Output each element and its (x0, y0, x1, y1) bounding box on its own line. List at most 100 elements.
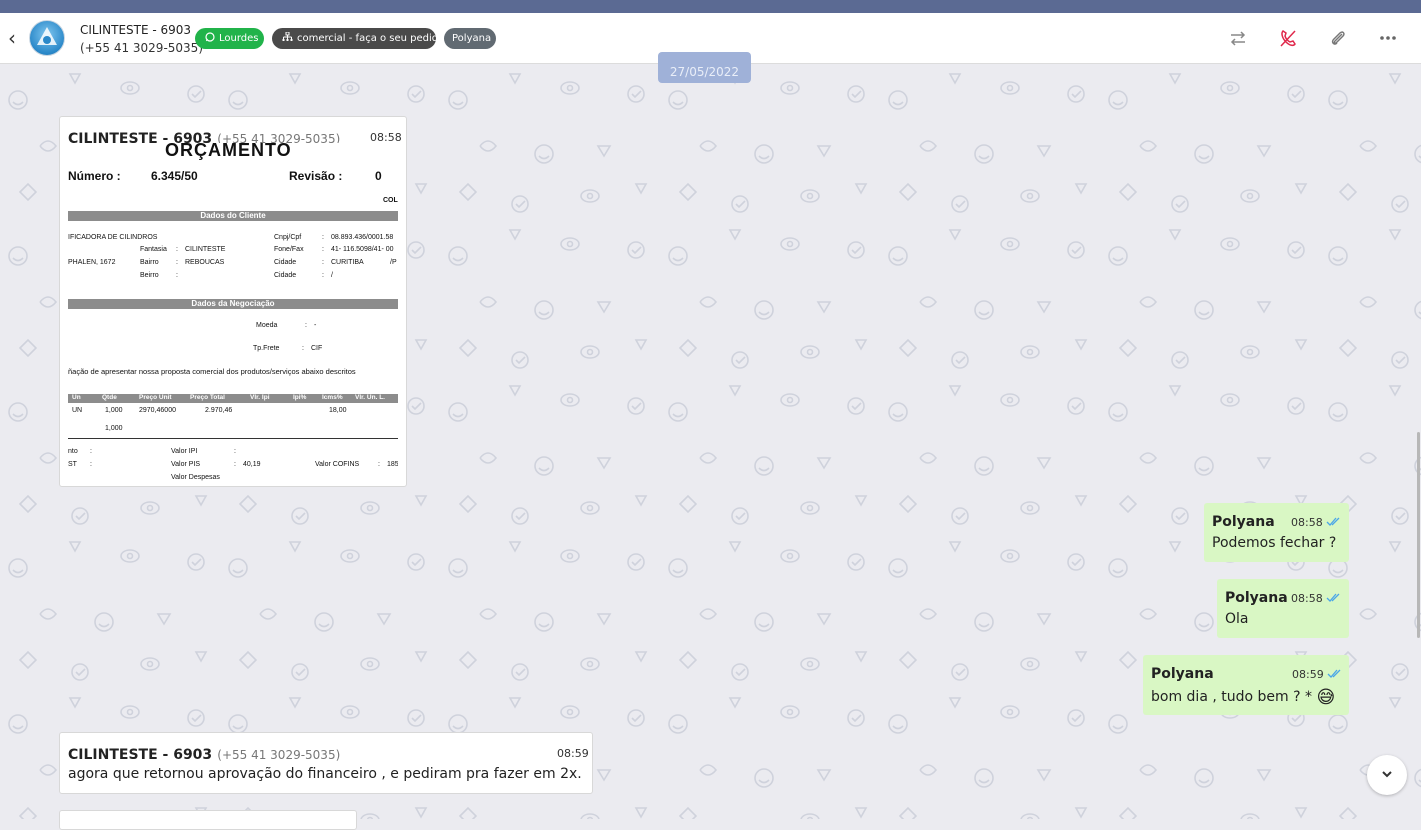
doc-endereco: PHALEN, 1672 (68, 259, 116, 266)
message-text: Podemos fechar ? (1212, 535, 1337, 551)
doc-section-cliente: Dados do Cliente (68, 211, 398, 221)
whatsapp-icon (205, 28, 215, 49)
read-ticks-icon (1327, 669, 1341, 678)
message-incoming[interactable]: CILINTESTE - 6903 (+55 41 3029-5035) 08:… (59, 732, 593, 794)
doc-th: Vlr. Un. L. (355, 394, 385, 401)
org-chart-icon (282, 28, 293, 49)
tag-department[interactable]: comercial - faça o seu pedido (272, 28, 444, 49)
message-incoming-image[interactable]: CILINTESTE - 6903 (+55 41 3029-5035) 08:… (59, 116, 407, 487)
doc-th: Qtde (102, 394, 117, 401)
doc-colon: : (322, 246, 324, 253)
message-sender-phone: (+55 41 3029-5035) (217, 748, 341, 762)
message-sender: Polyana (1212, 514, 1275, 530)
message-time: 08:58 (1291, 516, 1323, 529)
doc-uf: /P (390, 259, 397, 266)
doc-valor-pis-label: Valor PIS (171, 461, 201, 468)
doc-fantasia: CILINTESTE (185, 246, 226, 253)
doc-colon: : (176, 246, 178, 253)
doc-foot: nto (68, 448, 78, 455)
doc-cnpj-label: Cnpj/Cpf (274, 234, 302, 241)
message-sender: Polyana (1225, 590, 1288, 606)
doc-colon: : (176, 259, 178, 266)
attach-icon[interactable] (1327, 27, 1349, 49)
doc-cidade2: / (331, 272, 333, 279)
scrollbar-thumb[interactable] (1417, 432, 1420, 638)
doc-heading: ORÇAMENTO (165, 143, 292, 160)
doc-cnpj: 08.893.436/0001.58 (331, 234, 394, 241)
tag-label: Lourdes (219, 33, 259, 44)
doc-colon: : (90, 461, 92, 468)
message-time: 08:59 (1292, 668, 1324, 681)
quote-document-image[interactable]: ORÇAMENTO Número : 6.345/50 Revisão : 0 … (68, 143, 398, 481)
doc-valor-cofins-label: Valor COFINS (315, 461, 360, 468)
doc-total-qtde: 1,000 (105, 425, 123, 432)
doc-th: Icms% (322, 394, 343, 401)
transfer-icon[interactable] (1227, 27, 1249, 49)
end-call-icon[interactable] (1277, 27, 1299, 49)
date-separator: 27/05/2022 (658, 52, 751, 83)
contact-avatar[interactable] (29, 20, 65, 56)
message-incoming-partial[interactable] (59, 810, 357, 830)
doc-td: 1,000 (105, 407, 123, 414)
message-sender: Polyana (1151, 666, 1214, 682)
doc-colon: : (90, 448, 92, 455)
back-arrow-icon[interactable]: ‹ (4, 27, 20, 49)
doc-cidade-label: Cidade (274, 259, 297, 266)
doc-col: COL (383, 197, 398, 204)
doc-colon: : (176, 272, 178, 279)
doc-revisao: 0 (375, 169, 382, 183)
doc-td: UN (72, 407, 83, 414)
more-icon[interactable] (1377, 27, 1399, 49)
contact-phone: (+55 41 3029-5035) (80, 41, 203, 55)
doc-bairro-label: Bairro (140, 259, 159, 266)
doc-table-header: Un Qtde Preço Unit Preço Total Vlr. Ipi … (68, 394, 398, 403)
doc-foot: ST (68, 461, 77, 468)
doc-cidade2-label: Cidade (274, 272, 297, 279)
doc-numero: 6.345/50 (151, 169, 198, 183)
doc-empresa: IFICADORA DE CILINDROS (68, 234, 158, 241)
message-time: 08:58 (1291, 592, 1323, 605)
doc-colon: : (322, 272, 324, 279)
doc-valor-despesas-label: Valor Despesas (171, 474, 220, 481)
doc-bairro: REBOUCAS (185, 259, 225, 266)
tag-label: Polyana (452, 33, 492, 44)
doc-frete-label: Tp.Frete (253, 345, 280, 352)
tag-label: comercial - faça o seu pedido (297, 33, 445, 44)
chevron-down-icon (1382, 771, 1392, 778)
message-sender: CILINTESTE - 6903 (68, 747, 213, 763)
doc-colon: : (305, 322, 307, 329)
doc-section-negociacao: Dados da Negociação (68, 299, 398, 309)
grinning-sweat-emoji-icon: 😅 (1316, 687, 1336, 708)
doc-th: Preço Total (190, 394, 225, 401)
doc-revisao-label: Revisão : (289, 169, 343, 183)
doc-td: 18,00 (329, 407, 347, 414)
doc-td: 2.970,46 (205, 407, 233, 414)
doc-frete: CIF (311, 345, 323, 352)
doc-colon: : (302, 345, 304, 352)
doc-bairro2-label: Beirro (140, 272, 159, 279)
tag-agent-whatsapp[interactable]: Lourdes (195, 28, 264, 49)
read-ticks-icon (1326, 593, 1340, 602)
doc-colon: : (234, 448, 236, 455)
doc-texto: ñação de apresentar nossa proposta comer… (68, 367, 356, 376)
doc-colon: : (234, 461, 236, 468)
message-header: CILINTESTE - 6903 (+55 41 3029-5035) (68, 744, 340, 763)
message-outgoing[interactable]: Polyana 08:58 Ola (1217, 579, 1349, 638)
message-text: Ola (1225, 611, 1249, 627)
read-ticks-icon (1326, 517, 1340, 526)
tag-user[interactable]: Polyana (444, 28, 496, 49)
scroll-to-bottom-button[interactable] (1367, 755, 1407, 795)
doc-valor-cofins: 185 (387, 461, 398, 468)
doc-th: Preço Unit (139, 394, 172, 401)
contact-name: CILINTESTE - 6903 (80, 23, 192, 37)
doc-th: Ipi% (293, 394, 307, 401)
doc-valor-ipi-label: Valor IPI (171, 448, 198, 455)
doc-colon: : (322, 259, 324, 266)
doc-cidade: CURITIBA (331, 259, 364, 266)
message-outgoing[interactable]: Polyana 08:59 bom dia , tudo bem ? * 😅 (1143, 655, 1349, 715)
message-outgoing[interactable]: Polyana 08:58 Podemos fechar ? (1204, 503, 1349, 562)
doc-moeda: - (314, 322, 317, 329)
doc-fone-label: Fone/Fax (274, 246, 304, 253)
doc-th: Un (72, 394, 81, 401)
doc-td: 2970,46000 (139, 407, 176, 414)
